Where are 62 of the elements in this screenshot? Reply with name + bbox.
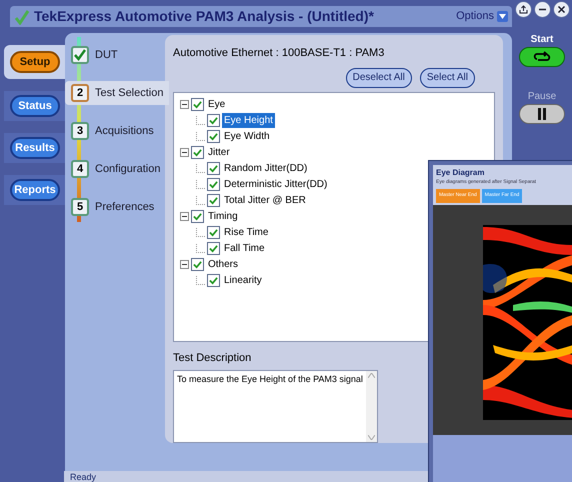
tree-item[interactable]: Random Jitter(DD) [222, 161, 310, 176]
checkbox[interactable] [191, 210, 204, 223]
tree-item[interactable]: Total Jitter @ BER [222, 193, 308, 208]
step-number: 2 [71, 84, 89, 102]
description-label: Test Description [173, 350, 252, 366]
tree-item[interactable]: Timing [206, 209, 240, 224]
step-item[interactable]: 3 Acquisitions [65, 119, 165, 143]
checkbox[interactable] [207, 226, 220, 239]
collapse-icon[interactable] [180, 212, 189, 221]
options-button[interactable]: Options [456, 8, 508, 25]
tree-item[interactable]: Eye Width [222, 129, 272, 144]
tree-item[interactable]: Eye [206, 97, 228, 112]
export-icon[interactable] [514, 1, 532, 18]
close-icon[interactable] [552, 1, 570, 18]
tree-item[interactable]: Rise Time [222, 225, 270, 240]
eye-window-title: Eye Diagram [436, 167, 486, 179]
minimize-icon[interactable] [534, 1, 550, 18]
tree-item[interactable]: Others [206, 257, 240, 272]
window-title: TekExpress Automotive PAM3 Analysis - (Untitled)* [34, 7, 374, 26]
step-number: 5 [71, 198, 89, 216]
checkbox[interactable] [207, 242, 220, 255]
collapse-icon[interactable] [180, 260, 189, 269]
panel-heading: Automotive Ethernet : 100BASE-T1 : PAM3 [173, 46, 386, 61]
tree-item[interactable]: Linearity [222, 273, 264, 288]
step-item[interactable]: 5 Preferences [65, 195, 165, 219]
start-button[interactable] [519, 47, 565, 67]
tree-item[interactable]: Fall Time [222, 241, 267, 256]
step-item[interactable]: 2 Test Selection [65, 81, 169, 105]
step-number: 4 [71, 160, 89, 178]
nav-button[interactable]: Status [10, 95, 60, 117]
checkbox[interactable] [207, 178, 220, 191]
checkbox[interactable] [207, 274, 220, 287]
step-number: 3 [71, 122, 89, 140]
tree-item[interactable]: Jitter [206, 145, 232, 160]
pause-label: Pause [528, 90, 556, 104]
nav-button[interactable]: Reports [10, 179, 60, 201]
step-item[interactable]: DUT [65, 43, 165, 67]
checkbox[interactable] [191, 146, 204, 159]
nav-button[interactable]: Setup [10, 51, 60, 73]
app-logo-icon [14, 8, 30, 24]
pause-button[interactable] [519, 104, 565, 124]
checkbox[interactable] [191, 98, 204, 111]
tree-item[interactable]: Eye Height [222, 113, 275, 128]
collapse-icon[interactable] [180, 148, 189, 157]
status-text: Ready [70, 471, 96, 482]
checkbox[interactable] [191, 258, 204, 271]
nav-button[interactable]: Results [10, 137, 60, 159]
dropdown-icon [497, 11, 508, 22]
select-button[interactable]: Deselect All [346, 68, 412, 88]
checkbox[interactable] [207, 194, 220, 207]
collapse-icon[interactable] [180, 100, 189, 109]
start-label: Start [530, 33, 554, 47]
checkbox[interactable] [207, 130, 220, 143]
description-text: To measure the Eye Height of the PAM3 signal [176, 373, 364, 386]
select-button[interactable]: Select All [420, 68, 475, 88]
checkbox[interactable] [207, 114, 220, 127]
step-item[interactable]: 4 Configuration [65, 157, 165, 181]
tree-item[interactable]: Deterministic Jitter(DD) [222, 177, 330, 192]
pause-icon [537, 108, 547, 120]
repeat-icon [533, 51, 551, 63]
checkmark-icon [71, 46, 89, 64]
checkbox[interactable] [207, 162, 220, 175]
